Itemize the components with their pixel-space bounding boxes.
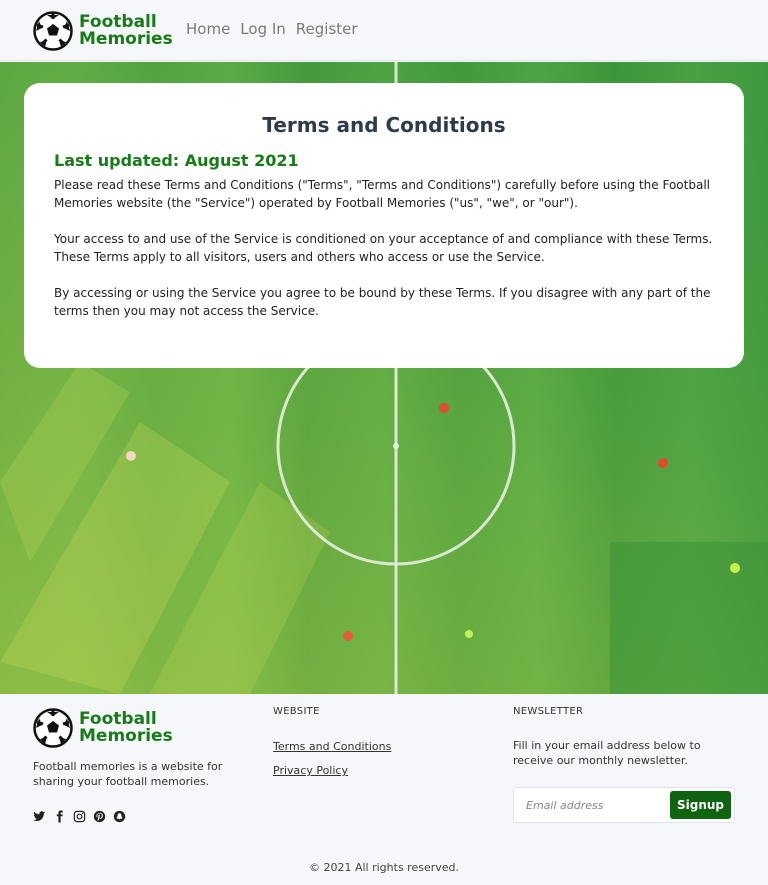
player-red-2 [658,458,668,468]
player-red-3 [343,631,353,641]
brand-line-2: Memories [79,29,173,49]
terms-card: Terms and Conditions Last updated: Augus… [24,83,744,368]
player-yellow-1 [730,563,740,573]
twitter-icon[interactable] [33,810,46,823]
nav-home-link[interactable]: Home [186,20,230,38]
terms-paragraph-3: By accessing or using the Service you ag… [54,286,711,318]
terms-link[interactable]: Terms and Conditions [273,740,391,753]
player-yellow-2 [465,630,473,638]
site-header: Football Memories Home Log In Register [0,0,768,61]
site-logo[interactable]: Football Memories [33,11,173,51]
instagram-icon[interactable] [73,810,86,823]
footer-description: Football memories is a website for shari… [33,760,223,788]
social-links [33,810,126,823]
newsletter-description: Fill in your email address below to rece… [513,739,701,767]
nav-login-link[interactable]: Log In [240,20,286,38]
football-logo-icon [33,11,73,51]
pinterest-icon[interactable] [93,810,106,823]
copyright-text: © 2021 All rights reserved. [308,861,460,874]
football-logo-icon [33,708,73,748]
main-nav: Home Log In Register [186,20,358,38]
newsletter-heading: NEWSLETTER [513,706,584,717]
footer-logo[interactable]: Football Memories [33,708,173,748]
footer-brand-name: Football Memories [79,711,173,745]
player-red-1 [439,403,449,413]
footer-brand-line-2: Memories [79,726,173,746]
signup-button[interactable]: Signup [670,791,731,819]
brand-name: Football Memories [79,14,173,48]
facebook-icon[interactable] [53,810,66,823]
newsletter-form: Signup [513,787,735,823]
player-white [126,451,136,461]
email-input[interactable] [514,788,669,822]
page-title: Terms and Conditions [262,113,506,137]
terms-paragraph-2: Your access to and use of the Service is… [54,232,713,264]
privacy-link[interactable]: Privacy Policy [273,764,348,777]
site-footer: Football Memories Football memories is a… [0,694,768,885]
nav-register-link[interactable]: Register [296,20,358,38]
snapchat-icon[interactable] [113,810,126,823]
website-heading: WEBSITE [273,706,320,717]
terms-paragraph-1: Please read these Terms and Conditions (… [54,178,710,210]
last-updated: Last updated: August 2021 [54,151,299,170]
